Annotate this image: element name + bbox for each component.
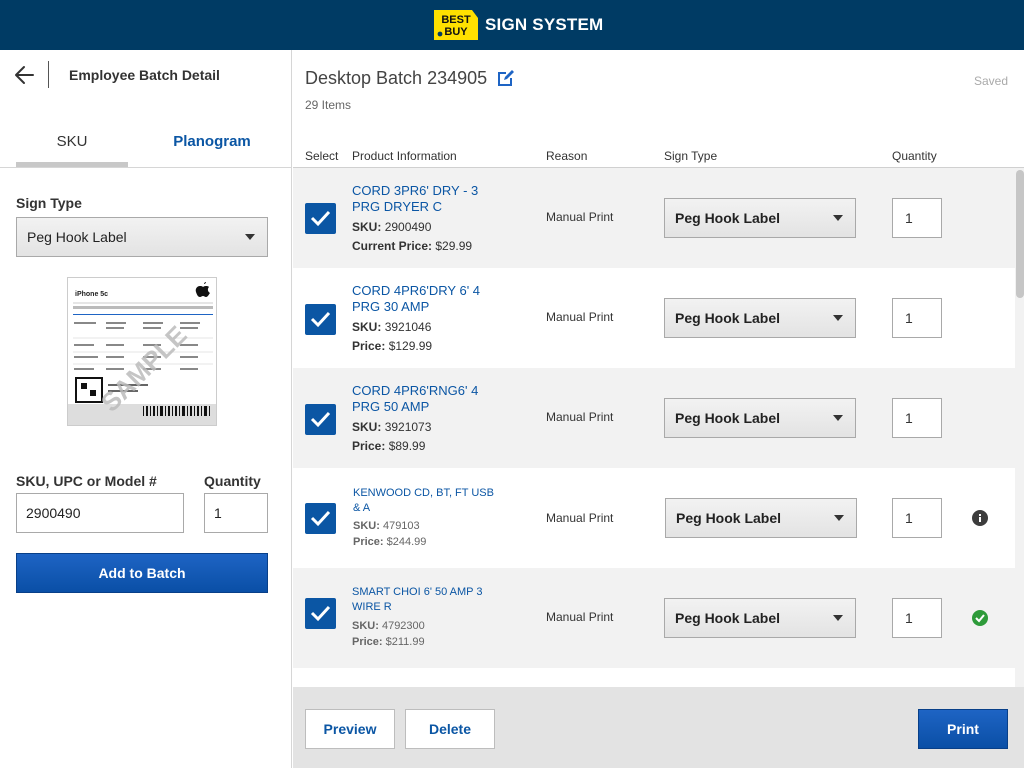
table-row: CORD 4PR6'RNG6' 4 PRG 50 AMP SKU: 392107… (293, 368, 1015, 468)
row-quantity-input[interactable]: 1 (892, 198, 942, 238)
tab-sku[interactable]: SKU (16, 126, 128, 167)
product-name-link[interactable]: SMART CHOI 6' 50 AMP 3 WIRE R (352, 585, 502, 615)
quantity-label: Quantity (204, 473, 261, 489)
row-sign-type-select[interactable]: Peg Hook Label (664, 398, 856, 438)
scrollbar-thumb[interactable] (1016, 170, 1024, 298)
row-reason: Manual Print (546, 610, 614, 624)
add-to-batch-button[interactable]: Add to Batch (16, 553, 268, 593)
caret-down-icon (245, 234, 255, 240)
row-sign-type-value: Peg Hook Label (675, 210, 781, 226)
product-price: Price: $211.99 (352, 636, 425, 648)
best-buy-logo: BEST BUY (434, 10, 478, 40)
svg-text:BUY: BUY (444, 26, 468, 38)
tab-planogram[interactable]: Planogram (140, 126, 284, 168)
panel-title: Employee Batch Detail (69, 67, 220, 83)
row-quantity-input[interactable]: 1 (892, 498, 942, 538)
row-sign-type-value: Peg Hook Label (675, 310, 781, 326)
row-quantity-input[interactable]: 1 (892, 598, 942, 638)
checkmark-icon (310, 311, 331, 328)
product-price: Price: $129.99 (352, 339, 433, 353)
product-name-link[interactable]: KENWOOD CD, BT, FT USB & A (353, 486, 503, 516)
table-row: CORD 4PR6'DRY 6' 4 PRG 30 AMP SKU: 39210… (293, 268, 1015, 368)
row-sign-type-select[interactable]: Peg Hook Label (665, 498, 857, 538)
sign-type-select[interactable]: Peg Hook Label (16, 217, 268, 257)
column-header-reason: Reason (546, 149, 588, 163)
product-price: Price: $89.99 (352, 439, 426, 453)
tab-bar: SKU Planogram (0, 126, 292, 168)
preview-button[interactable]: Preview (305, 709, 395, 749)
left-panel: Employee Batch Detail SKU Planogram Sign… (0, 50, 292, 768)
app-header: BEST BUY SIGN SYSTEM (0, 0, 1024, 50)
checkmark-icon (310, 210, 331, 227)
app-title: SIGN SYSTEM (485, 15, 604, 34)
row-reason: Manual Print (546, 511, 614, 525)
info-circle-icon[interactable] (972, 510, 988, 526)
row-sign-type-value: Peg Hook Label (675, 610, 781, 626)
checkmark-icon (310, 510, 331, 527)
quantity-input[interactable]: 1 (204, 493, 268, 533)
save-status: Saved (973, 74, 1008, 88)
product-sku: SKU: 4792300 (352, 620, 425, 632)
table-row: CORD 3PR6' DRY - 3 PRG DRYER C SKU: 2900… (293, 168, 1015, 268)
row-quantity-input[interactable]: 1 (892, 298, 942, 338)
product-name-link[interactable]: CORD 3PR6' DRY - 3 PRG DRYER C (352, 183, 502, 215)
edit-pencil-icon[interactable] (496, 68, 516, 88)
action-footer: Preview Delete Print (293, 687, 1024, 768)
sign-type-label: Sign Type (16, 195, 82, 211)
product-sku: SKU: 2900490 (352, 220, 432, 234)
caret-down-icon (834, 515, 844, 521)
svg-text:BEST: BEST (441, 14, 471, 26)
caret-down-icon (833, 215, 843, 221)
sku-label: SKU, UPC or Model # (16, 473, 157, 489)
row-checkbox[interactable] (305, 598, 336, 629)
caret-down-icon (833, 415, 843, 421)
column-header-select: Select (305, 149, 339, 163)
row-checkbox[interactable] (305, 404, 336, 435)
row-checkbox[interactable] (305, 503, 336, 534)
checkmark-icon (310, 411, 331, 428)
row-sign-type-select[interactable]: Peg Hook Label (664, 598, 856, 638)
row-checkbox[interactable] (305, 304, 336, 335)
row-quantity-input[interactable]: 1 (892, 398, 942, 438)
product-name-link[interactable]: CORD 4PR6'RNG6' 4 PRG 50 AMP (352, 383, 502, 415)
back-arrow-icon[interactable] (13, 64, 37, 86)
caret-down-icon (833, 615, 843, 621)
scrollbar[interactable] (1015, 168, 1024, 687)
row-reason: Manual Print (546, 410, 614, 424)
column-header-quantity: Quantity (892, 149, 937, 163)
row-sign-type-select[interactable]: Peg Hook Label (664, 298, 856, 338)
row-checkbox[interactable] (305, 203, 336, 234)
items-count: 29 Items (305, 98, 352, 112)
product-price: Price: $244.99 (353, 536, 427, 548)
delete-button[interactable]: Delete (405, 709, 495, 749)
header-divider (48, 61, 49, 88)
column-header-product: Product Information (352, 149, 457, 163)
row-reason: Manual Print (546, 310, 614, 324)
product-sku: SKU: 3921046 (352, 320, 432, 334)
batch-items-list: CORD 3PR6' DRY - 3 PRG DRYER C SKU: 2900… (293, 168, 1015, 687)
column-header-sign-type: Sign Type (664, 149, 718, 163)
row-sign-type-value: Peg Hook Label (675, 410, 781, 426)
product-name-link[interactable]: CORD 4PR6'DRY 6' 4 PRG 30 AMP (352, 283, 502, 315)
checkmark-icon (310, 605, 331, 622)
row-reason: Manual Print (546, 210, 614, 224)
preview-product-name: iPhone 5c (75, 291, 108, 298)
sku-input[interactable]: 2900490 (16, 493, 184, 533)
row-sign-type-select[interactable]: Peg Hook Label (664, 198, 856, 238)
table-row: KENWOOD CD, BT, FT USB & A SKU: 479103 P… (293, 468, 1015, 568)
table-row: SMART CHOI 6' 50 AMP 3 WIRE R SKU: 47923… (293, 568, 1015, 668)
print-button[interactable]: Print (918, 709, 1008, 749)
caret-down-icon (833, 315, 843, 321)
batch-panel: Desktop Batch 234905 29 Items Saved Sele… (293, 50, 1024, 768)
brand: BEST BUY SIGN SYSTEM (434, 10, 603, 40)
batch-title: Desktop Batch 234905 (305, 68, 488, 88)
sign-type-value: Peg Hook Label (27, 229, 127, 245)
row-sign-type-value: Peg Hook Label (676, 510, 782, 526)
sign-preview-image: iPhone 5c SAMPLE (67, 277, 217, 426)
product-price: Current Price: $29.99 (352, 239, 473, 253)
product-sku: SKU: 3921073 (352, 420, 432, 434)
product-sku: SKU: 479103 (353, 520, 420, 532)
check-circle-icon (972, 610, 988, 626)
